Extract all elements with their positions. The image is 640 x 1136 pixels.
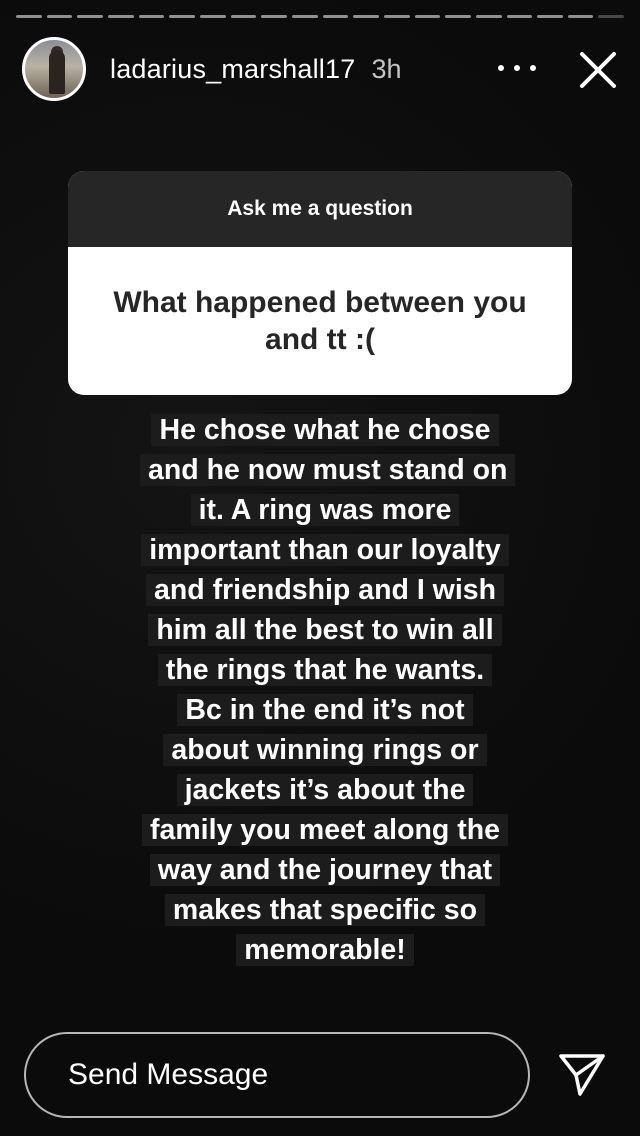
story-progress-bar xyxy=(16,15,625,19)
progress-segment xyxy=(414,15,441,18)
progress-segment xyxy=(567,15,594,18)
progress-segment xyxy=(199,15,226,18)
answer-text-block: He chose what he chose and he now must s… xyxy=(140,410,516,970)
progress-segment xyxy=(322,15,349,18)
paper-plane-icon[interactable] xyxy=(558,1053,606,1097)
question-sticker[interactable]: Ask me a question What happened between … xyxy=(68,171,572,395)
progress-segment xyxy=(230,15,257,18)
progress-segment xyxy=(77,15,103,18)
progress-segment xyxy=(506,15,533,18)
progress-segment xyxy=(16,15,42,18)
more-horizontal-icon[interactable] xyxy=(498,58,536,78)
close-icon[interactable] xyxy=(578,50,618,90)
progress-segment xyxy=(598,15,625,18)
story-header: ladarius_marshall17 3h xyxy=(22,37,624,101)
progress-segment xyxy=(261,15,287,18)
avatar[interactable] xyxy=(22,37,86,101)
progress-segment xyxy=(383,15,410,18)
progress-segment xyxy=(169,15,195,18)
progress-segment xyxy=(475,15,502,18)
progress-segment xyxy=(107,15,134,18)
sticker-question: What happened between you and tt :( xyxy=(113,286,527,356)
progress-segment xyxy=(291,15,318,18)
progress-segment xyxy=(537,15,563,18)
story-viewer: ladarius_marshall17 3h Ask me a question… xyxy=(0,0,640,1136)
avatar-figure xyxy=(49,50,65,94)
progress-segment xyxy=(445,15,471,18)
progress-segment xyxy=(353,15,379,18)
answer-text: He chose what he chose and he now must s… xyxy=(140,414,516,966)
progress-segment xyxy=(138,15,165,18)
sticker-title: Ask me a question xyxy=(68,171,572,247)
send-message-input[interactable]: Send Message xyxy=(24,1032,530,1118)
post-time: 3h xyxy=(371,53,402,84)
username[interactable]: ladarius_marshall17 xyxy=(110,54,355,85)
progress-segment xyxy=(46,15,73,18)
